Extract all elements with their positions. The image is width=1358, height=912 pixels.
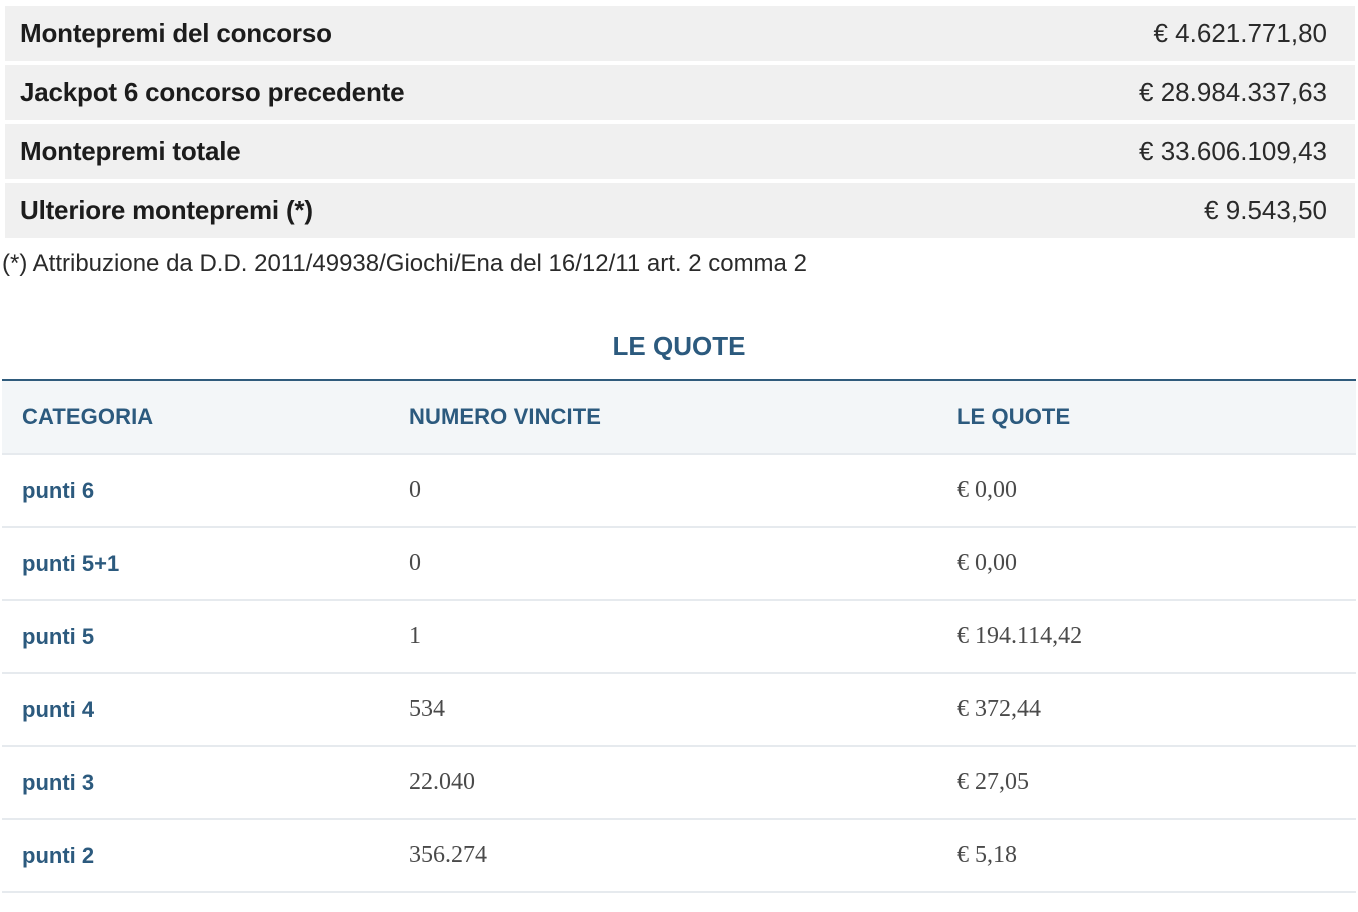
header-categoria: CATEGORIA bbox=[22, 404, 154, 429]
header-le-quote: LE QUOTE bbox=[957, 404, 1071, 429]
summary-row-jackpot-precedente: Jackpot 6 concorso precedente € 28.984.3… bbox=[5, 65, 1355, 120]
summary-label: Jackpot 6 concorso precedente bbox=[20, 77, 405, 107]
summary-label: Montepremi totale bbox=[20, 136, 241, 166]
summary-label: Montepremi del concorso bbox=[20, 18, 332, 48]
cell-category: punti 2 bbox=[22, 842, 95, 868]
cell-quote: € 27,05 bbox=[957, 769, 1029, 795]
cell-quote: € 5,18 bbox=[957, 842, 1017, 868]
table-row: punti 5 1 € 194.114,42 bbox=[2, 601, 1356, 674]
cell-quote: € 0,00 bbox=[957, 550, 1017, 576]
quotes-table: CATEGORIA NUMERO VINCITE LE QUOTE punti … bbox=[2, 379, 1356, 893]
table-header-row: CATEGORIA NUMERO VINCITE LE QUOTE bbox=[2, 381, 1356, 455]
cell-quote: € 372,44 bbox=[957, 696, 1041, 722]
cell-quote: € 194.114,42 bbox=[957, 623, 1083, 649]
cell-wins: 534 bbox=[409, 696, 445, 722]
section-title: LE QUOTE bbox=[612, 331, 746, 361]
cell-wins: 22.040 bbox=[409, 769, 475, 795]
table-row: punti 2 356.274 € 5,18 bbox=[2, 820, 1356, 893]
header-numero-vincite: NUMERO VINCITE bbox=[409, 404, 602, 429]
summary-value: € 28.984.337,63 bbox=[1139, 77, 1327, 107]
cell-wins: 356.274 bbox=[409, 842, 487, 868]
table-row: punti 5+1 0 € 0,00 bbox=[2, 528, 1356, 601]
summary-row-montepremi-concorso: Montepremi del concorso € 4.621.771,80 bbox=[5, 6, 1355, 61]
page: Montepremi del concorso € 4.621.771,80 J… bbox=[0, 0, 1358, 912]
table-row: punti 4 534 € 372,44 bbox=[2, 674, 1356, 747]
table-row: punti 6 0 € 0,00 bbox=[2, 455, 1356, 528]
cell-wins: 1 bbox=[409, 623, 421, 649]
cell-wins: 0 bbox=[409, 477, 421, 503]
cell-category: punti 4 bbox=[22, 696, 95, 722]
summary-value: € 33.606.109,43 bbox=[1139, 136, 1327, 166]
cell-quote: € 0,00 bbox=[957, 477, 1017, 503]
cell-category: punti 6 bbox=[22, 477, 95, 503]
summary-value: € 9.543,50 bbox=[1204, 195, 1327, 225]
cell-category: punti 5 bbox=[22, 623, 95, 649]
cell-category: punti 3 bbox=[22, 769, 95, 795]
cell-wins: 0 bbox=[409, 550, 421, 576]
footnote: (*) Attribuzione da D.D. 2011/49938/Gioc… bbox=[2, 250, 807, 277]
prize-summary-table: Montepremi del concorso € 4.621.771,80 J… bbox=[5, 6, 1355, 242]
summary-label: Ulteriore montepremi (*) bbox=[20, 195, 313, 225]
summary-row-ulteriore-montepremi: Ulteriore montepremi (*) € 9.543,50 bbox=[5, 183, 1355, 238]
table-row: punti 3 22.040 € 27,05 bbox=[2, 747, 1356, 820]
cell-category: punti 5+1 bbox=[22, 550, 120, 576]
summary-value: € 4.621.771,80 bbox=[1153, 18, 1328, 48]
summary-row-montepremi-totale: Montepremi totale € 33.606.109,43 bbox=[5, 124, 1355, 179]
